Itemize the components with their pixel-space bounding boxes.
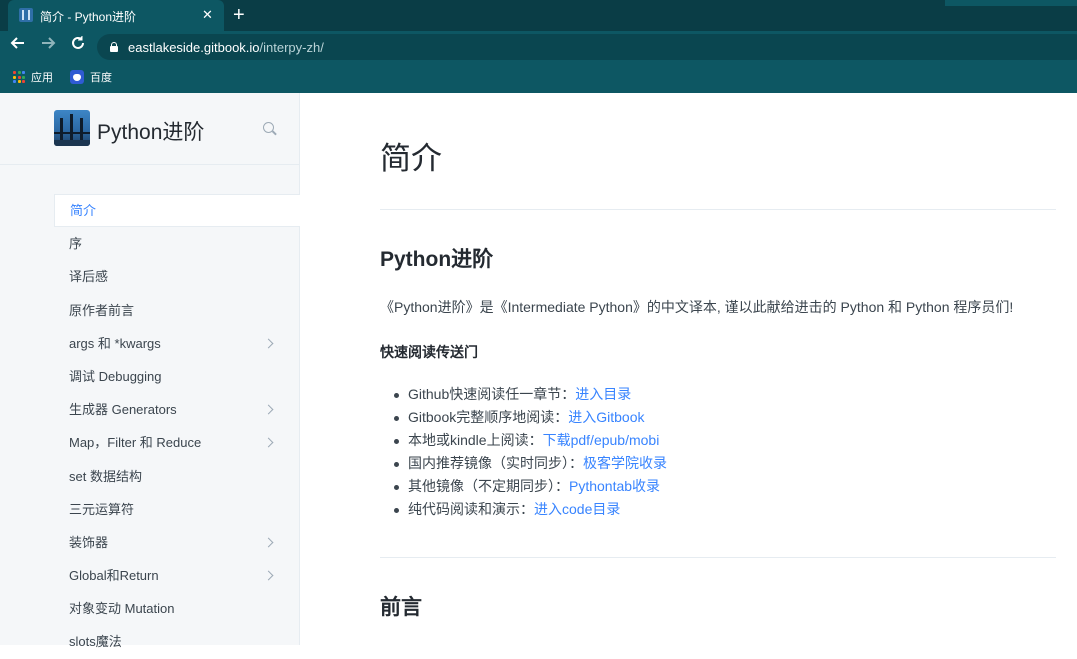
sidebar-item-ternary[interactable]: 三元运算符 — [54, 493, 300, 526]
tab-title: 简介 - Python进阶 — [40, 10, 137, 24]
sidebar-item-label: args 和 *kwargs — [69, 335, 161, 351]
sidebar-item-label: 装饰器 — [69, 534, 109, 550]
address-bar[interactable]: eastlakeside.gitbook.io/interpy-zh/ — [97, 34, 1077, 60]
sidebar-nav: 简介 序 译后感 原作者前言 args 和 *kwargs 调试 Debuggi… — [54, 194, 300, 659]
sidebar-item-set[interactable]: set 数据结构 — [54, 460, 300, 493]
brand-title: Python进阶 — [97, 121, 205, 144]
sidebar-item-map-filter-reduce[interactable]: Map，Filter 和 Reduce — [54, 426, 300, 459]
sidebar-item-mutation[interactable]: 对象变动 Mutation — [54, 592, 300, 625]
browser-toolbar: eastlakeside.gitbook.io/interpy-zh/ — [0, 31, 1077, 63]
section-heading: Python进阶 — [380, 248, 494, 271]
list-item: 其他镜像（不定期同步）：Pythontab收录 — [394, 475, 667, 498]
search-icon[interactable] — [263, 122, 277, 136]
link-code-toc[interactable]: 进入code目录 — [534, 501, 620, 517]
python-logo-icon — [54, 110, 90, 146]
chevron-right-icon[interactable] — [263, 537, 274, 548]
page-title: 简介 — [380, 141, 442, 176]
baidu-icon — [70, 70, 84, 84]
sidebar-item-intro[interactable]: 简介 — [54, 194, 300, 228]
sidebar-item-slots[interactable]: slots魔法 — [54, 625, 300, 658]
list-item: Github快速阅读任一章节：进入目录 — [394, 383, 667, 406]
divider — [380, 557, 1056, 558]
sidebar-item-label: Global和Return — [69, 568, 159, 584]
link-download[interactable]: 下载pdf/epub/mobi — [543, 432, 660, 448]
list-item: Gitbook完整顺序地阅读：进入Gitbook — [394, 406, 667, 429]
list-item: 国内推荐镜像（实时同步）：极客学院收录 — [394, 452, 667, 475]
bookmarks-bar: 应用 百度 — [0, 63, 1077, 93]
chevron-right-icon[interactable] — [263, 404, 274, 415]
site-favicon-icon — [19, 8, 33, 22]
bookmark-baidu[interactable]: 百度 — [70, 69, 112, 87]
intro-paragraph: 《Python进阶》是《Intermediate Python》的中文译本, 谨… — [380, 299, 1014, 315]
divider — [380, 209, 1056, 210]
link-toc[interactable]: 进入目录 — [575, 386, 631, 402]
browser-tab-bar: 简介 - Python进阶 ✕ + — [0, 0, 1077, 31]
link-jikexueyuan[interactable]: 极客学院收录 — [583, 455, 667, 471]
sidebar-divider — [0, 164, 299, 165]
chevron-right-icon[interactable] — [263, 338, 274, 349]
quick-links-title: 快速阅读传送门 — [380, 344, 478, 360]
bookmark-apps[interactable]: 应用 — [13, 69, 53, 87]
window-controls-area — [945, 0, 1077, 6]
forward-arrow-icon[interactable] — [36, 35, 60, 59]
sidebar-item-translator-notes[interactable]: 译后感 — [54, 260, 300, 293]
back-arrow-icon[interactable] — [6, 35, 30, 59]
chevron-right-icon[interactable] — [263, 570, 274, 581]
sidebar-item-author-foreword[interactable]: 原作者前言 — [54, 294, 300, 327]
main-content: 简介 Python进阶 《Python进阶》是《Intermediate Pyt… — [301, 93, 1077, 645]
sidebar-item-decorators[interactable]: 装饰器 — [54, 526, 300, 559]
sidebar-item-label: 生成器 Generators — [69, 402, 177, 418]
sidebar-item-generators[interactable]: 生成器 Generators — [54, 393, 300, 426]
sidebar-item-args-kwargs[interactable]: args 和 *kwargs — [54, 327, 300, 360]
section-heading: 前言 — [380, 596, 422, 619]
close-tab-icon[interactable]: ✕ — [202, 7, 213, 23]
sidebar-item-global-return[interactable]: Global和Return — [54, 559, 300, 592]
url-text[interactable]: eastlakeside.gitbook.io/interpy-zh/ — [128, 40, 324, 55]
link-pythontab[interactable]: Pythontab收录 — [569, 478, 660, 494]
list-item: 本地或kindle上阅读：下载pdf/epub/mobi — [394, 429, 667, 452]
apps-grid-icon — [13, 71, 25, 83]
quick-links-list: Github快速阅读任一章节：进入目录 Gitbook完整顺序地阅读：进入Git… — [394, 383, 667, 521]
sidebar-item-label: Map，Filter 和 Reduce — [69, 435, 202, 451]
browser-tab[interactable]: 简介 - Python进阶 ✕ — [8, 0, 224, 31]
lock-icon[interactable] — [110, 42, 118, 52]
sidebar-item-preface[interactable]: 序 — [54, 227, 300, 260]
new-tab-button[interactable]: + — [233, 3, 245, 27]
link-gitbook[interactable]: 进入Gitbook — [568, 409, 644, 425]
list-item: 纯代码阅读和演示：进入code目录 — [394, 498, 667, 521]
chevron-right-icon[interactable] — [263, 437, 274, 448]
reload-icon[interactable] — [66, 35, 90, 59]
sidebar: Python进阶 简介 序 译后感 原作者前言 args 和 *kwargs 调… — [0, 93, 300, 649]
bookmark-apps-label: 应用 — [31, 72, 53, 84]
sidebar-item-debugging[interactable]: 调试 Debugging — [54, 360, 300, 393]
bookmark-baidu-label: 百度 — [90, 72, 112, 84]
